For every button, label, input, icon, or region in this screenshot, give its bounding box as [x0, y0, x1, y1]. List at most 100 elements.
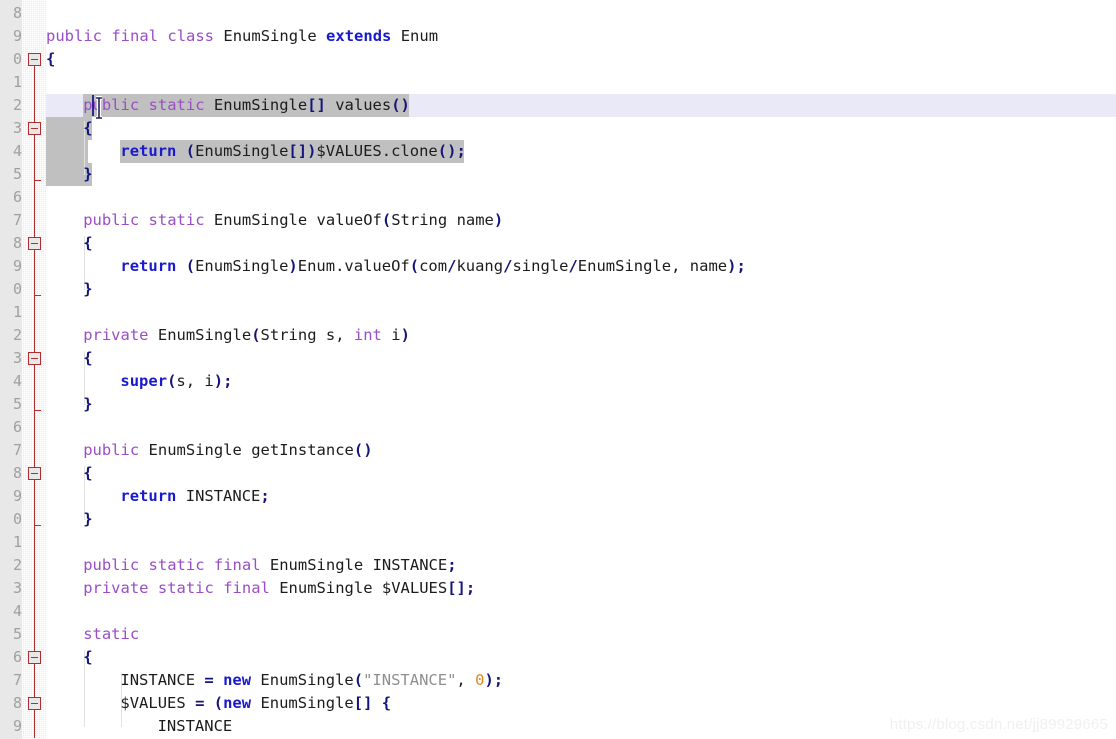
- line-number: 3: [12, 119, 22, 137]
- code-line-text: {: [46, 48, 55, 71]
- code-line[interactable]: private EnumSingle(String s, int i): [46, 324, 1116, 347]
- code-line[interactable]: [46, 416, 1116, 439]
- code-editor[interactable]: 8 9 0 1 2 3 4 5 6 7 8 9 0 1 2 3 4 5 6 7 8 9 0 1 2 3 4 5 6 7 8 9 public …: [0, 0, 1116, 739]
- code-line-text: }: [83, 163, 92, 186]
- fold-toggle-icon[interactable]: [28, 122, 41, 135]
- code-token: INSTANCE: [120, 671, 196, 689]
- line-number: 7: [12, 211, 22, 229]
- fold-toggle-icon[interactable]: [28, 53, 41, 66]
- code-line-text: {: [83, 232, 92, 255]
- code-token: Enum: [400, 27, 439, 45]
- code-line-text: private static final EnumSingle $VALUES[…: [83, 577, 475, 600]
- code-token: i: [391, 326, 401, 344]
- watermark-text: https://blog.csdn.net/jj89929665: [889, 716, 1108, 733]
- fold-toggle-icon[interactable]: [28, 237, 41, 250]
- code-line-text: INSTANCE = new EnumSingle("INSTANCE", 0)…: [120, 669, 503, 692]
- code-line[interactable]: }: [46, 163, 1116, 186]
- code-line[interactable]: [46, 2, 1116, 25]
- code-token: ;: [736, 257, 746, 275]
- code-line-text: public static EnumSingle[] values(): [83, 94, 410, 117]
- line-number: 8: [12, 234, 22, 252]
- line-number: 2: [12, 556, 22, 574]
- code-line[interactable]: public static EnumSingle valueOf(String …: [46, 209, 1116, 232]
- code-token: }: [83, 165, 93, 183]
- code-line[interactable]: return INSTANCE;: [46, 485, 1116, 508]
- code-line-text: super(s, i);: [120, 370, 232, 393]
- line-number: 7: [12, 671, 22, 689]
- code-token: super: [120, 372, 168, 390]
- code-line[interactable]: {: [46, 117, 1116, 140]
- code-token: {: [83, 648, 93, 666]
- code-token: int: [353, 326, 382, 344]
- code-token: static: [157, 579, 214, 597]
- code-line[interactable]: {: [46, 462, 1116, 485]
- code-token: .: [381, 142, 392, 160]
- code-line[interactable]: $VALUES = (new EnumSingle[] {: [46, 692, 1116, 715]
- line-number: 3: [12, 349, 22, 367]
- code-line[interactable]: return (EnumSingle[])$VALUES.clone();: [46, 140, 1116, 163]
- code-token: ): [288, 257, 298, 275]
- code-line[interactable]: public static EnumSingle[] values(): [46, 94, 1116, 117]
- code-line-text: public static EnumSingle valueOf(String …: [83, 209, 503, 232]
- code-line[interactable]: [46, 301, 1116, 324]
- fold-toggle-icon[interactable]: [28, 651, 41, 664]
- code-token: (: [185, 142, 196, 160]
- fold-toggle-icon[interactable]: [28, 697, 41, 710]
- code-token: }: [83, 280, 93, 298]
- code-token: EnumSingle: [260, 694, 354, 712]
- code-line[interactable]: public EnumSingle getInstance(): [46, 439, 1116, 462]
- code-line[interactable]: [46, 71, 1116, 94]
- fold-end-marker: [34, 180, 41, 181]
- code-line[interactable]: [46, 531, 1116, 554]
- code-line[interactable]: private static final EnumSingle $VALUES[…: [46, 577, 1116, 600]
- line-number: 4: [12, 602, 22, 620]
- code-line[interactable]: {: [46, 48, 1116, 71]
- code-line[interactable]: public static final EnumSingle INSTANCE;: [46, 554, 1116, 577]
- code-token: single: [512, 257, 569, 275]
- code-token: ;: [465, 579, 476, 597]
- code-line[interactable]: [46, 600, 1116, 623]
- code-line-text: return INSTANCE;: [120, 485, 269, 508]
- code-line[interactable]: super(s, i);: [46, 370, 1116, 393]
- code-token: final: [213, 556, 261, 574]
- line-number: 5: [12, 625, 22, 643]
- code-token: INSTANCE: [157, 717, 233, 735]
- code-line[interactable]: }: [46, 393, 1116, 416]
- code-line[interactable]: {: [46, 347, 1116, 370]
- code-token: EnumSingle: [577, 257, 672, 275]
- code-line[interactable]: {: [46, 232, 1116, 255]
- code-token: public: [83, 211, 140, 229]
- code-token: ,: [671, 257, 690, 275]
- code-line-text: {: [83, 462, 92, 485]
- code-line-text: INSTANCE: [158, 715, 233, 738]
- code-token: ,: [456, 671, 476, 689]
- code-line-text: return (EnumSingle)Enum.valueOf(com/kuan…: [120, 255, 745, 278]
- line-number: 9: [12, 257, 22, 275]
- code-surface[interactable]: public final class EnumSingle extends En…: [46, 0, 1116, 739]
- code-line[interactable]: }: [46, 508, 1116, 531]
- code-line[interactable]: {: [46, 646, 1116, 669]
- code-line[interactable]: return (EnumSingle)Enum.valueOf(com/kuan…: [46, 255, 1116, 278]
- code-token: ;: [223, 372, 233, 390]
- code-line[interactable]: public final class EnumSingle extends En…: [46, 25, 1116, 48]
- code-line[interactable]: INSTANCE = new EnumSingle("INSTANCE", 0)…: [46, 669, 1116, 692]
- fold-toggle-icon[interactable]: [28, 467, 41, 480]
- code-token: (: [167, 372, 177, 390]
- code-token: return: [120, 142, 177, 160]
- fold-toggle-icon[interactable]: [28, 352, 41, 365]
- line-number: 4: [12, 372, 22, 390]
- code-token: ): [213, 372, 224, 390]
- code-token: (: [213, 694, 224, 712]
- code-line[interactable]: [46, 186, 1116, 209]
- line-number-gutter[interactable]: 8 9 0 1 2 3 4 5 6 7 8 9 0 1 2 3 4 5 6 7 8 9 0 1 2 3 4 5 6 7 8 9: [0, 0, 46, 739]
- code-line[interactable]: static: [46, 623, 1116, 646]
- code-line[interactable]: }: [46, 278, 1116, 301]
- code-token: EnumSingle: [157, 326, 252, 344]
- code-token: (): [353, 441, 373, 459]
